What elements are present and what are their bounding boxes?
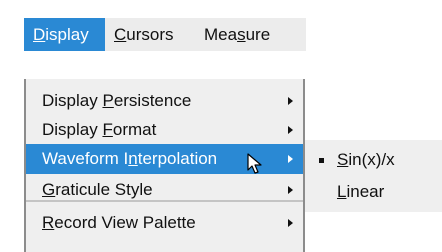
bullet-icon	[319, 158, 324, 163]
menu-item-display-format[interactable]: Display Format	[26, 115, 303, 145]
chevron-right-icon	[288, 126, 293, 134]
chevron-right-icon	[288, 155, 293, 163]
submenu-item-label: Sin(x)/x	[337, 150, 395, 169]
chevron-right-icon	[288, 186, 293, 194]
menu-display-post: isplay	[45, 25, 89, 44]
chevron-right-icon	[288, 219, 293, 227]
menu-item-label: Waveform Interpolation	[42, 149, 218, 168]
menu-separator	[26, 200, 303, 202]
menu-cursors-mnemonic: C	[114, 25, 127, 44]
menu-cursors[interactable]: Cursors	[114, 18, 174, 51]
menu-measure-mnemonic: s	[237, 25, 246, 44]
menu-item-label: Record View Palette	[42, 213, 196, 232]
menu-measure-post: ure	[245, 25, 271, 44]
submenu-item-linear[interactable]: Linear	[305, 177, 442, 207]
chevron-right-icon	[288, 97, 293, 105]
menu-item-display-persistence[interactable]: Display Persistence	[26, 86, 303, 116]
menu-display-mnemonic: D	[33, 25, 46, 44]
submenu-item-sinx-x[interactable]: Sin(x)/x	[305, 145, 442, 175]
menu-cursors-post: ursors	[126, 25, 174, 44]
pointer-cursor-icon	[247, 153, 262, 174]
menu-display[interactable]: Display	[24, 18, 105, 51]
submenu-item-label: Linear	[337, 182, 385, 201]
menu-item-label: Display Persistence	[42, 91, 192, 110]
interpolation-submenu: Sin(x)/x Linear	[305, 140, 442, 212]
menu-item-record-view-palette[interactable]: Record View Palette	[26, 208, 303, 238]
menu-measure-pre: Mea	[204, 25, 238, 44]
menu-measure[interactable]: Measure	[204, 18, 270, 51]
menu-bar: Display Cursors Measure	[24, 18, 306, 51]
menu-item-label: Display Format	[42, 120, 157, 139]
